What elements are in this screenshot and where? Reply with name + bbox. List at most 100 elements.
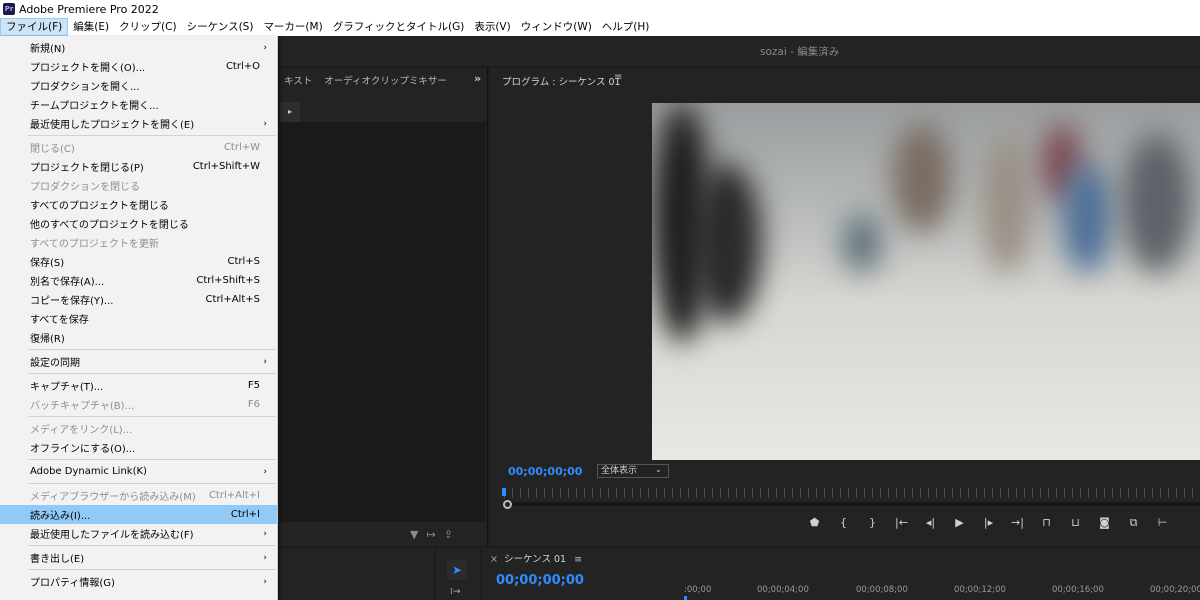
menu-item[interactable]: ウィンドウ(W) — [516, 18, 597, 36]
menu-item[interactable]: 表示(V) — [469, 18, 515, 36]
file-menu-item[interactable]: 最近使用したプロジェクトを開く(E) › — [0, 114, 277, 133]
menu-item-label: オフラインにする(O)... — [30, 444, 136, 455]
menu-item[interactable]: シーケンス(S) — [182, 18, 259, 36]
file-menu-item[interactable]: 新規(N) › — [0, 38, 277, 57]
step-back-icon[interactable]: ◂| — [916, 516, 945, 534]
file-menu-item[interactable]: プロダクションを開く... — [0, 76, 277, 95]
program-time-ruler[interactable] — [504, 488, 1200, 498]
menu-item[interactable]: 編集(E) — [68, 18, 114, 36]
panel-menu-icon[interactable]: ≡ — [574, 554, 582, 565]
import-icon[interactable]: ⇪ — [444, 528, 461, 541]
menu-item-label: プロジェクトを開く(O)... — [30, 63, 146, 74]
transport-controls: ⬟ { } |← ◂| ▶ |▸ →| ⊓ ⊔ ◙ ⧉ ⊢ — [800, 516, 1177, 534]
panel-arrow-icon[interactable]: ▸ — [280, 102, 300, 122]
timeline-ruler-label: 00;00;04;00 — [757, 585, 809, 595]
menu-item-label: すべてを保存 — [30, 315, 89, 326]
track-select-tool-icon[interactable]: ⁞→ — [450, 587, 460, 597]
file-menu-item: メディアブラウザーから読み込み(M) Ctrl+Alt+I — [0, 486, 277, 505]
menu-item-shortcut: F5 — [247, 380, 260, 391]
menu-item-label: チームプロジェクトを開く... — [30, 101, 159, 112]
mark-in-icon[interactable]: { — [829, 516, 858, 534]
menu-item-shortcut: F6 — [247, 399, 260, 410]
file-menu-item: プロダクションを閉じる — [0, 176, 277, 195]
tab-audio-clip-mixer[interactable]: オーディオクリップミキサー — [318, 73, 453, 87]
go-to-in-icon[interactable]: |← — [887, 516, 916, 534]
menu-item-label: 設定の同期 — [30, 358, 80, 369]
timeline-playhead[interactable] — [684, 596, 687, 600]
timeline-ruler-label: 00;00;16;00 — [1052, 585, 1104, 595]
menu-separator — [28, 349, 276, 350]
go-to-out-icon[interactable]: →| — [1003, 516, 1032, 534]
menu-separator — [28, 416, 276, 417]
menu-item[interactable]: グラフィックとタイトル(G) — [328, 18, 470, 36]
left-panel-content — [280, 122, 486, 522]
menu-item-label: プロダクションを閉じる — [30, 182, 140, 193]
file-menu-item[interactable]: 最近使用したファイルを読み込む(F) › — [0, 524, 277, 543]
menu-item[interactable]: ヘルプ(H) — [597, 18, 655, 36]
play-icon[interactable]: ▶ — [945, 516, 974, 534]
menu-item-label: メディアブラウザーから読み込み(M) — [30, 492, 196, 503]
program-playhead[interactable] — [502, 488, 506, 496]
file-menu-item[interactable]: すべてのプロジェクトを閉じる — [0, 195, 277, 214]
program-timecode[interactable]: 00;00;00;00 — [508, 465, 582, 478]
submenu-arrow-icon: › — [263, 576, 267, 587]
button-editor-icon[interactable]: ⊢ — [1148, 516, 1177, 534]
sequence-timecode[interactable]: 00;00;00;00 — [496, 573, 584, 588]
file-menu-item[interactable]: 読み込み(I)... Ctrl+I — [0, 505, 277, 524]
file-menu-item[interactable]: 設定の同期 › — [0, 352, 277, 371]
step-forward-icon[interactable]: |▸ — [974, 516, 1003, 534]
menu-item-label: すべてのプロジェクトを閉じる — [30, 201, 169, 212]
filter-icon[interactable]: ▼ — [410, 528, 426, 541]
file-menu-item[interactable]: チームプロジェクトを開く... — [0, 95, 277, 114]
tab-text[interactable]: キスト — [278, 73, 318, 87]
menu-separator — [28, 459, 276, 460]
submenu-arrow-icon: › — [263, 42, 267, 53]
file-menu-item: バッチキャプチャ(B)... F6 — [0, 395, 277, 414]
premiere-app-icon: Pr — [3, 3, 15, 15]
comparison-view-icon[interactable]: ⧉ — [1119, 516, 1148, 534]
menu-item-label: メディアをリンク(L)... — [30, 425, 133, 436]
timeline-ruler-label: 00;00;08;00 — [856, 585, 908, 595]
menu-item-label: キャプチャ(T)... — [30, 382, 104, 393]
export-frame-icon[interactable]: ◙ — [1090, 516, 1119, 534]
menu-item-shortcut: Ctrl+S — [227, 256, 260, 267]
file-menu-item[interactable]: コピーを保存(Y)... Ctrl+Alt+S — [0, 290, 277, 309]
file-menu-item[interactable]: すべてを保存 — [0, 309, 277, 328]
menu-item[interactable]: ファイル(F) — [0, 18, 69, 36]
program-monitor-tab[interactable]: プログラム : シーケンス 01 — [502, 74, 621, 88]
extract-icon[interactable]: ⊔ — [1061, 516, 1090, 534]
submenu-arrow-icon: › — [263, 466, 267, 477]
file-menu-item[interactable]: 他のすべてのプロジェクトを閉じる — [0, 214, 277, 233]
program-scrub-knob[interactable] — [503, 500, 512, 509]
sequence-tab[interactable]: × シーケンス 01 ≡ — [490, 551, 582, 565]
file-menu-item[interactable]: Adobe Dynamic Link(K) › — [0, 462, 277, 481]
add-marker-icon[interactable]: ⬟ — [800, 516, 829, 534]
file-menu-item[interactable]: キャプチャ(T)... F5 — [0, 376, 277, 395]
program-scrub-bar[interactable] — [504, 502, 1200, 506]
menu-item[interactable]: マーカー(M) — [258, 18, 327, 36]
file-menu-item[interactable]: オフラインにする(O)... — [0, 438, 277, 457]
menu-item-label: 読み込み(I)... — [30, 511, 91, 522]
file-menu-item[interactable]: プロジェクトを開く(O)... Ctrl+O — [0, 57, 277, 76]
panel-menu-icon[interactable]: ≡ — [614, 72, 622, 83]
file-menu-item[interactable]: 別名で保存(A)... Ctrl+Shift+S — [0, 271, 277, 290]
lift-icon[interactable]: ⊓ — [1032, 516, 1061, 534]
menu-item-label: Adobe Dynamic Link(K) — [30, 466, 147, 477]
automate-icon[interactable]: ↦ — [426, 528, 443, 541]
submenu-arrow-icon: › — [263, 552, 267, 563]
program-video-frame — [652, 103, 1200, 460]
close-icon[interactable]: × — [490, 554, 498, 565]
file-menu-item[interactable]: 書き出し(E) › — [0, 548, 277, 567]
mark-out-icon[interactable]: } — [858, 516, 887, 534]
file-menu-item[interactable]: 復帰(R) — [0, 328, 277, 347]
file-menu-item[interactable]: プロジェクトを閉じる(P) Ctrl+Shift+W — [0, 157, 277, 176]
file-menu-dropdown: 新規(N) › プロジェクトを開く(O)... Ctrl+O プロダクションを開く...… — [0, 36, 278, 600]
file-menu-item[interactable]: 保存(S) Ctrl+S — [0, 252, 277, 271]
selection-tool-icon[interactable]: ➤ — [447, 560, 467, 580]
menu-item-shortcut: Ctrl+Shift+W — [192, 161, 260, 172]
menu-item-shortcut: Ctrl+I — [230, 509, 260, 520]
menu-item[interactable]: クリップ(C) — [114, 18, 182, 36]
menu-item-shortcut: Ctrl+Alt+I — [208, 490, 260, 501]
file-menu-item[interactable]: プロパティ情報(G) › — [0, 572, 277, 591]
panel-overflow-chevron-icon[interactable]: » — [474, 72, 481, 85]
